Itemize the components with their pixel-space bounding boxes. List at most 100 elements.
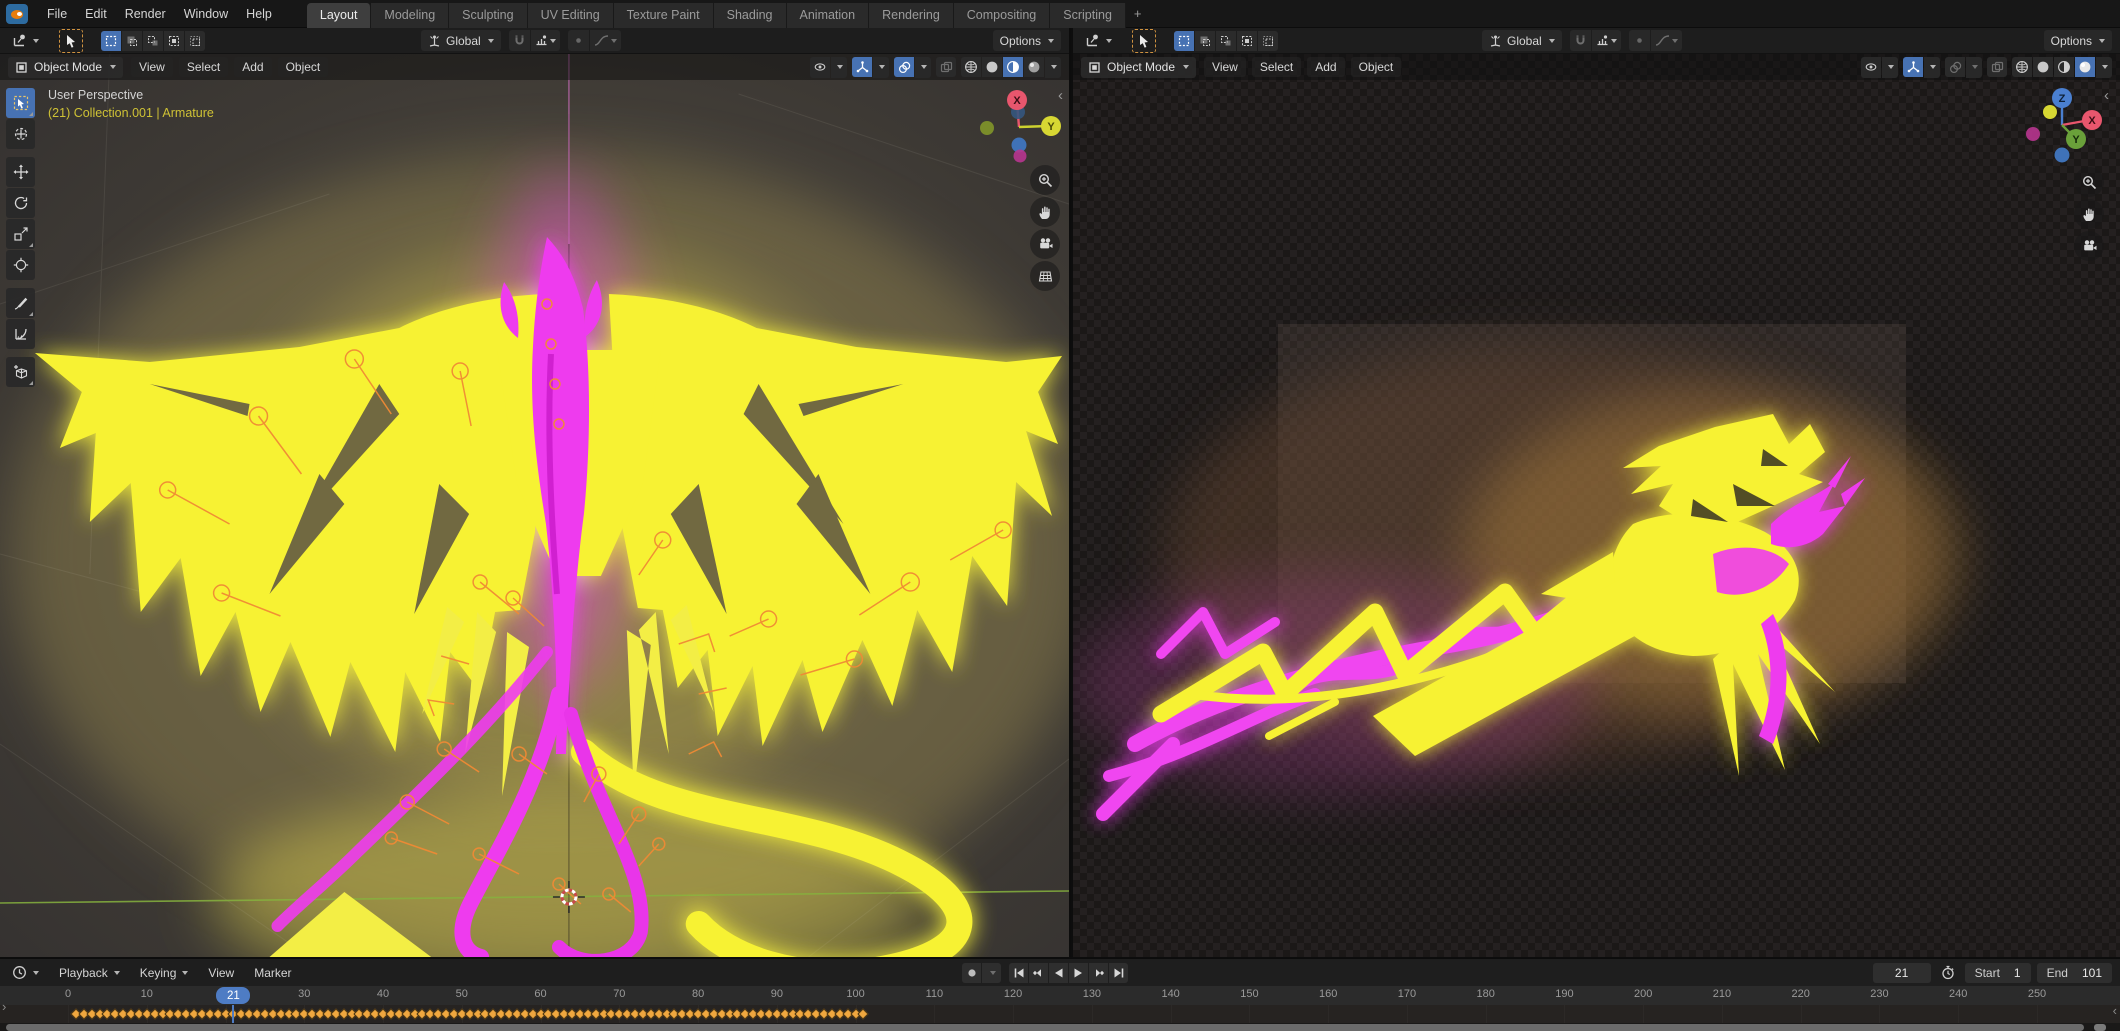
pan-button[interactable] <box>1030 197 1060 227</box>
current-frame-field[interactable]: 21 <box>1873 963 1931 983</box>
active-tool-indicator[interactable] <box>59 29 83 53</box>
tab-scripting[interactable]: Scripting <box>1050 3 1126 28</box>
tool-select-box[interactable] <box>6 88 35 118</box>
menu-window[interactable]: Window <box>175 3 237 25</box>
select-invert-button[interactable] <box>164 31 184 51</box>
tab-uv-editing[interactable]: UV Editing <box>528 3 614 28</box>
tool-move[interactable] <box>6 157 35 187</box>
timeline-scrollbar-handle[interactable] <box>2094 1024 2106 1031</box>
sidebar-collapse-arrow[interactable]: ‹ <box>1058 90 1063 102</box>
viewport-menu-add[interactable]: Add <box>234 57 271 77</box>
overlays-toggle[interactable] <box>1945 57 1965 77</box>
timeline-menu-playback[interactable]: Playback <box>51 963 128 983</box>
tab-shading[interactable]: Shading <box>714 3 787 28</box>
menu-edit[interactable]: Edit <box>76 3 116 25</box>
overlays-chevron[interactable] <box>1966 57 1982 78</box>
viewport-menu-object[interactable]: Object <box>278 57 329 77</box>
menu-file[interactable]: File <box>38 3 76 25</box>
tab-texture-paint[interactable]: Texture Paint <box>614 3 714 28</box>
pan-button[interactable] <box>2074 199 2104 229</box>
gizmos-chevron[interactable] <box>1924 57 1940 78</box>
tool-transform[interactable] <box>6 250 35 280</box>
end-frame-field[interactable]: End 101 <box>2037 963 2112 983</box>
auto-keying-toggle[interactable] <box>962 963 981 983</box>
object-visibility-dropdown[interactable] <box>1861 57 1881 78</box>
shading-chevron[interactable] <box>2096 57 2112 78</box>
tool-annotate[interactable] <box>6 288 35 318</box>
snap-options-dropdown[interactable] <box>1592 30 1621 51</box>
play-reverse-button[interactable] <box>1049 963 1068 983</box>
perspective-toggle-button[interactable] <box>1030 261 1060 291</box>
viewport-menu-object[interactable]: Object <box>1351 57 1402 77</box>
menu-render[interactable]: Render <box>116 3 175 25</box>
blender-logo-icon[interactable] <box>6 4 28 24</box>
shading-rendered-button[interactable] <box>1024 57 1044 77</box>
select-extend-button[interactable] <box>122 31 142 51</box>
editor-type-button[interactable] <box>1081 31 1116 51</box>
previous-keyframe-button[interactable] <box>1029 963 1048 983</box>
shading-solid-button[interactable] <box>982 57 1002 77</box>
tab-compositing[interactable]: Compositing <box>954 3 1050 28</box>
object-visibility-dropdown[interactable] <box>810 57 830 78</box>
xray-toggle[interactable] <box>936 57 956 77</box>
tool-measure[interactable] <box>6 319 35 349</box>
play-button[interactable] <box>1069 963 1088 983</box>
mode-dropdown[interactable]: Object Mode <box>8 57 123 78</box>
viewport-menu-view[interactable]: View <box>1204 57 1246 77</box>
xray-toggle[interactable] <box>1987 57 2007 77</box>
tool-rotate[interactable] <box>6 188 35 218</box>
options-dropdown[interactable]: Options <box>993 30 1061 51</box>
tool-cursor[interactable] <box>6 119 35 149</box>
viewport-3d-left[interactable]: Object Mode ViewSelectAddObject <box>0 54 1069 957</box>
tab-sculpting[interactable]: Sculpting <box>449 3 527 28</box>
options-dropdown[interactable]: Options <box>2044 30 2112 51</box>
snap-toggle-button[interactable] <box>509 30 530 51</box>
menu-help[interactable]: Help <box>237 3 281 25</box>
editor-type-button[interactable] <box>8 963 43 983</box>
keyframe-diamond[interactable] <box>858 1008 869 1019</box>
new-workspace-button[interactable]: + <box>1126 2 1150 25</box>
shading-solid-button[interactable] <box>2033 57 2053 77</box>
active-tool-indicator[interactable] <box>1132 29 1156 53</box>
tab-layout[interactable]: Layout <box>307 3 372 28</box>
timeline-keyframe-track[interactable] <box>0 1005 2120 1023</box>
select-subtract-button[interactable] <box>143 31 163 51</box>
overlays-toggle[interactable] <box>894 57 914 77</box>
zoom-button[interactable] <box>1030 165 1060 195</box>
shading-material-button[interactable] <box>2054 57 2074 77</box>
jump-to-end-button[interactable] <box>1109 963 1128 983</box>
preview-range-button[interactable] <box>1937 963 1959 983</box>
select-intersect-button[interactable] <box>185 31 205 51</box>
shading-chevron[interactable] <box>1045 57 1061 78</box>
proportional-falloff-dropdown[interactable] <box>590 30 621 51</box>
shading-material-button[interactable] <box>1003 57 1023 77</box>
timeline-menu-view[interactable]: View <box>200 963 242 983</box>
start-frame-field[interactable]: Start 1 <box>1965 963 2031 983</box>
tool-scale[interactable] <box>6 219 35 249</box>
timeline-ruler[interactable]: 0102030405060708090100110120130140150160… <box>0 986 2120 1005</box>
camera-view-button[interactable] <box>2074 231 2104 261</box>
playhead-line[interactable] <box>232 1005 234 1023</box>
select-subtract-button[interactable] <box>1216 31 1236 51</box>
snap-options-dropdown[interactable] <box>531 30 560 51</box>
nav-gizmo[interactable]: Z X Y <box>2013 84 2113 174</box>
snap-toggle-button[interactable] <box>1570 30 1591 51</box>
viewport-menu-add[interactable]: Add <box>1307 57 1344 77</box>
select-new-button[interactable] <box>1174 31 1194 51</box>
gizmos-chevron[interactable] <box>873 57 889 78</box>
proportional-edit-toggle[interactable] <box>568 30 589 51</box>
nav-gizmo[interactable]: X Y <box>975 84 1069 168</box>
next-keyframe-button[interactable] <box>1089 963 1108 983</box>
playhead-label[interactable]: 21 <box>216 987 250 1004</box>
tool-add-cube[interactable] <box>6 357 35 387</box>
mode-dropdown[interactable]: Object Mode <box>1081 57 1196 78</box>
timeline-menu-keying[interactable]: Keying <box>132 963 197 983</box>
overlays-chevron[interactable] <box>915 57 931 78</box>
timeline-expand-arrow[interactable]: › <box>2 999 6 1014</box>
transform-orientation-dropdown[interactable]: Global <box>421 30 501 51</box>
gizmos-toggle[interactable] <box>852 57 872 77</box>
transform-orientation-dropdown[interactable]: Global <box>1482 30 1562 51</box>
sidebar-collapse-arrow[interactable]: ‹ <box>2104 90 2109 102</box>
camera-view-button[interactable] <box>1030 229 1060 259</box>
shading-wireframe-button[interactable] <box>2012 57 2032 77</box>
